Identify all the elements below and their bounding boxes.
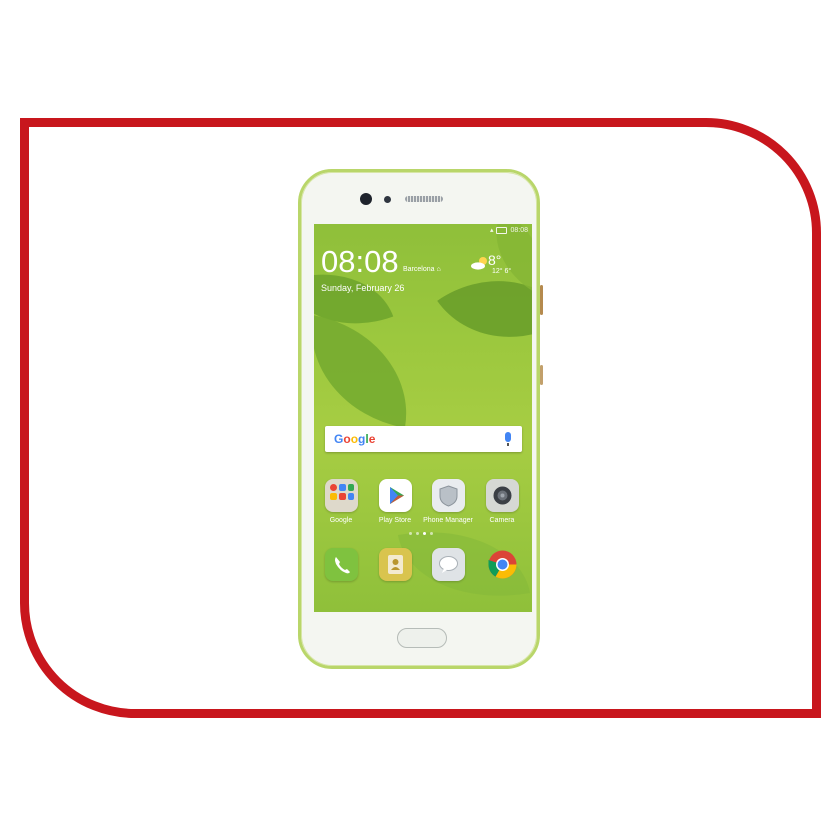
shield-icon [431,479,465,512]
fingerprint-home-button[interactable] [397,628,447,648]
dock-messages[interactable] [422,548,474,581]
app-play-store[interactable]: Play Store [369,479,421,524]
sensor-icon [384,196,391,203]
dock-phone[interactable] [315,548,367,581]
page-dot [430,532,433,535]
date-label: Sunday, February 26 [321,283,405,293]
google-search-bar[interactable]: Google [325,426,522,452]
dock-contacts[interactable] [369,548,421,581]
app-phone-manager[interactable]: Phone Manager [422,479,474,524]
folder-icon [324,479,358,512]
page-dot-active [423,532,426,535]
camera-icon [485,479,519,512]
dock-chrome[interactable] [476,548,528,581]
page-dot [416,532,419,535]
page-dot [409,532,412,535]
play-store-icon [378,479,412,512]
app-google[interactable]: Google [315,479,367,524]
contacts-icon [378,548,412,581]
partly-cloudy-icon [471,257,487,270]
temperature-range: 12° 6° [492,268,512,275]
page-indicator [409,532,433,535]
app-label: Camera [489,517,515,524]
wallpaper-leaf [314,315,422,428]
city-label[interactable]: Barcelona ⌂ [403,266,441,273]
google-logo: Google [334,432,375,446]
volume-button [540,365,543,385]
signal-icon: ▴ [489,227,494,234]
chrome-icon [486,548,519,581]
app-label: Google [329,517,353,524]
google-letter: o [343,432,351,446]
mic-icon[interactable] [505,432,511,446]
app-label: Phone Manager [423,517,473,524]
front-camera-icon [360,193,372,205]
app-label: Play Store [378,517,412,524]
temperature[interactable]: 8° [488,252,501,268]
google-letter: G [334,432,344,446]
phone-icon [324,548,358,581]
battery-icon [496,226,508,234]
earpiece-grille [405,196,443,202]
home-icon: ⌂ [436,266,441,273]
status-bar: ▴ 08:08 [490,226,528,234]
google-letter: e [368,432,376,446]
status-time: 08:08 [510,226,528,234]
power-button [540,285,543,315]
google-letter: o [350,432,359,446]
clock-widget[interactable]: 08:08 [321,246,399,277]
phone-screen: ▴ 08:08 08:08 Barcelona ⌂ Sunday, Februa… [314,224,532,612]
app-camera[interactable]: Camera [476,479,528,524]
messages-icon [431,548,465,581]
